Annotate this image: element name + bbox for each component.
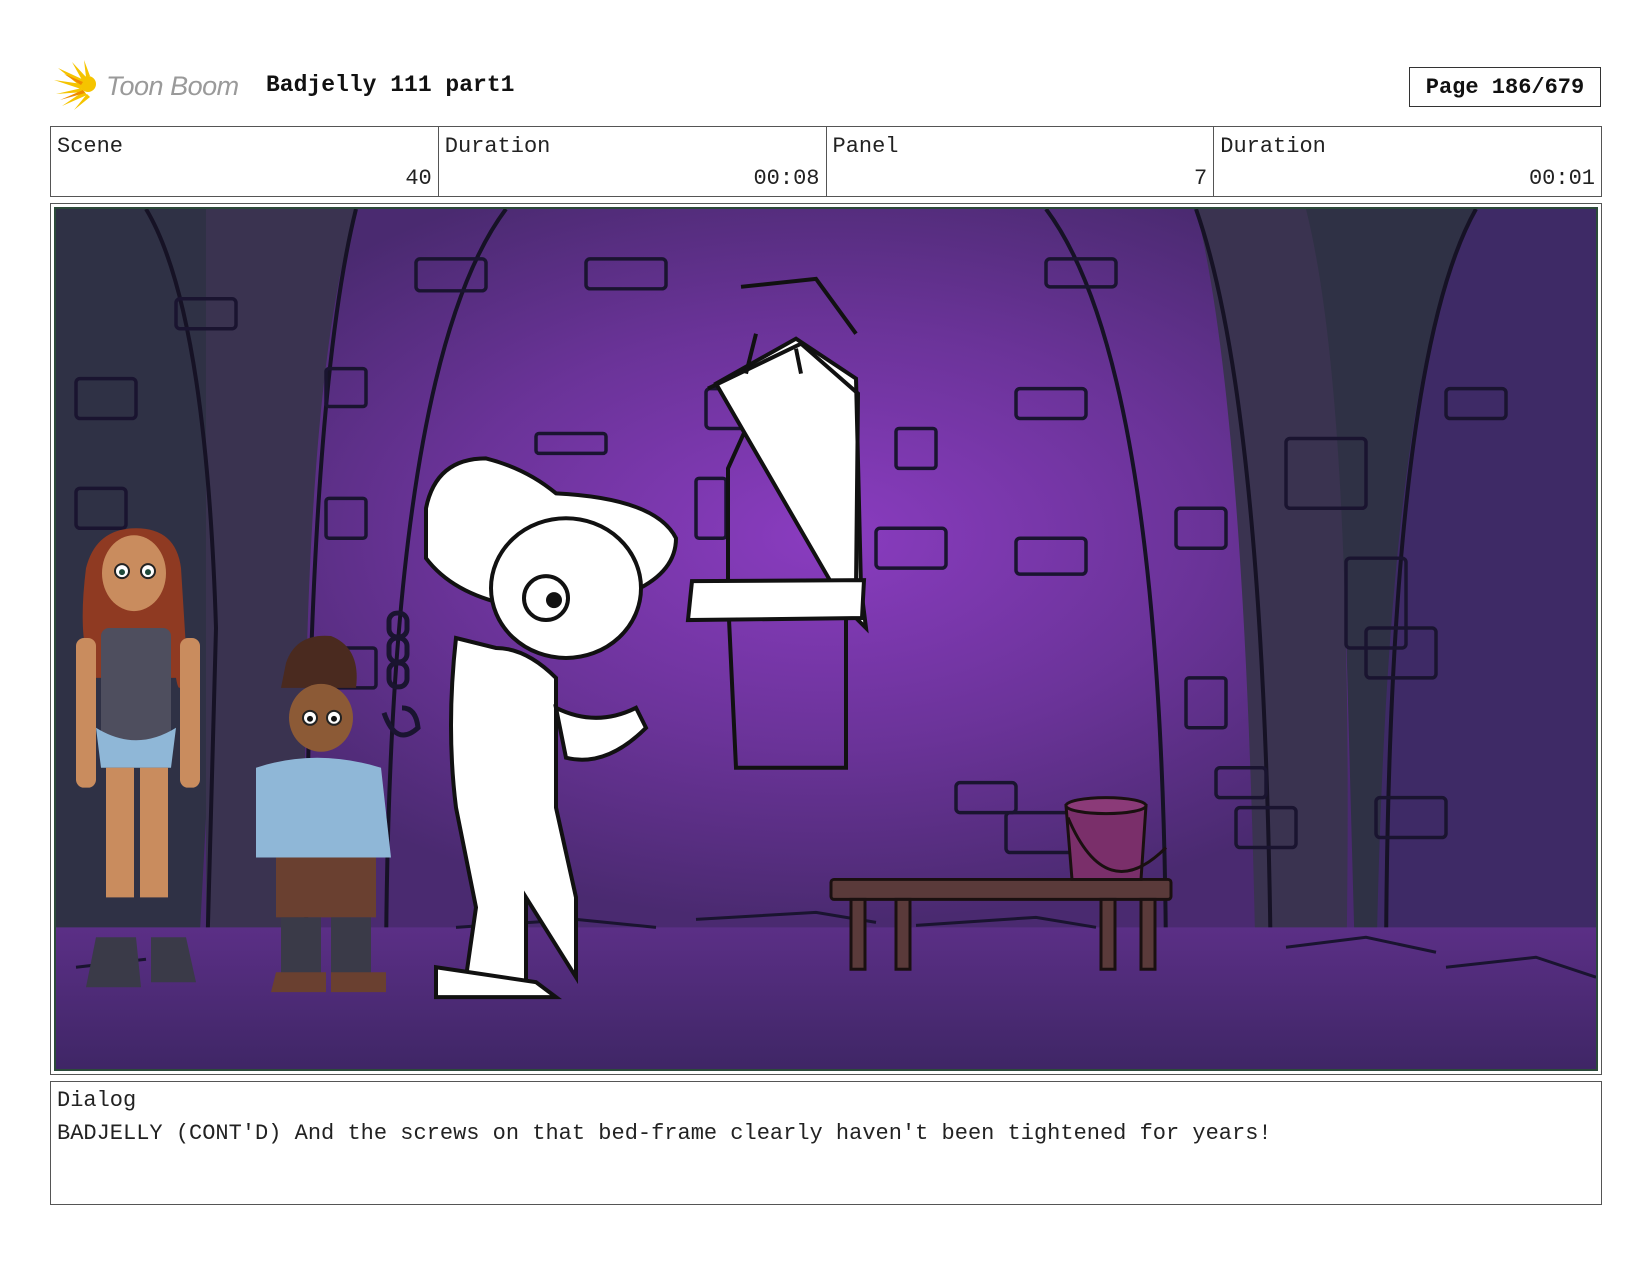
scene-duration-label: Duration	[444, 134, 551, 159]
panel-duration-value: 00:01	[1528, 166, 1595, 191]
panel-frame	[50, 203, 1602, 1075]
toon-boom-logo: Toon Boom	[54, 60, 239, 112]
scene-info-row: Scene 40 Duration 00:08 Panel 7 Duration…	[50, 126, 1602, 197]
dialog-text: BADJELLY (CONT'D) And the screws on that…	[57, 1121, 1272, 1146]
storyboard-page: Toon Boom Badjelly 111 part1 Page 186/67…	[0, 0, 1648, 1276]
page-number-box: Page 186/679	[1409, 67, 1601, 107]
logo-wordmark: Toon Boom	[106, 70, 239, 101]
panel-value: 7	[1194, 166, 1208, 191]
dungeon-scene-illustration	[56, 209, 1596, 1069]
dialog-label: Dialog	[57, 1088, 137, 1113]
panel-artwork	[54, 207, 1598, 1071]
window-sill	[685, 578, 867, 623]
scene-label: Scene	[57, 134, 124, 159]
panel-duration-cell: Duration 00:01	[1214, 127, 1601, 196]
page-number: Page 186/679	[1425, 74, 1585, 100]
panel-duration-label: Duration	[1220, 134, 1326, 159]
scene-cell: Scene 40	[51, 127, 439, 196]
panel-cell: Panel 7	[827, 127, 1215, 196]
scene-duration-cell: Duration 00:08	[439, 127, 827, 196]
dialog-box: Dialog BADJELLY (CONT'D) And the screws …	[50, 1081, 1602, 1205]
sunburst-icon	[54, 60, 96, 110]
scene-value: 40	[405, 166, 432, 191]
project-title: Badjelly 111 part1	[266, 72, 515, 98]
panel-label: Panel	[832, 134, 899, 159]
scene-duration-value: 00:08	[753, 166, 820, 191]
